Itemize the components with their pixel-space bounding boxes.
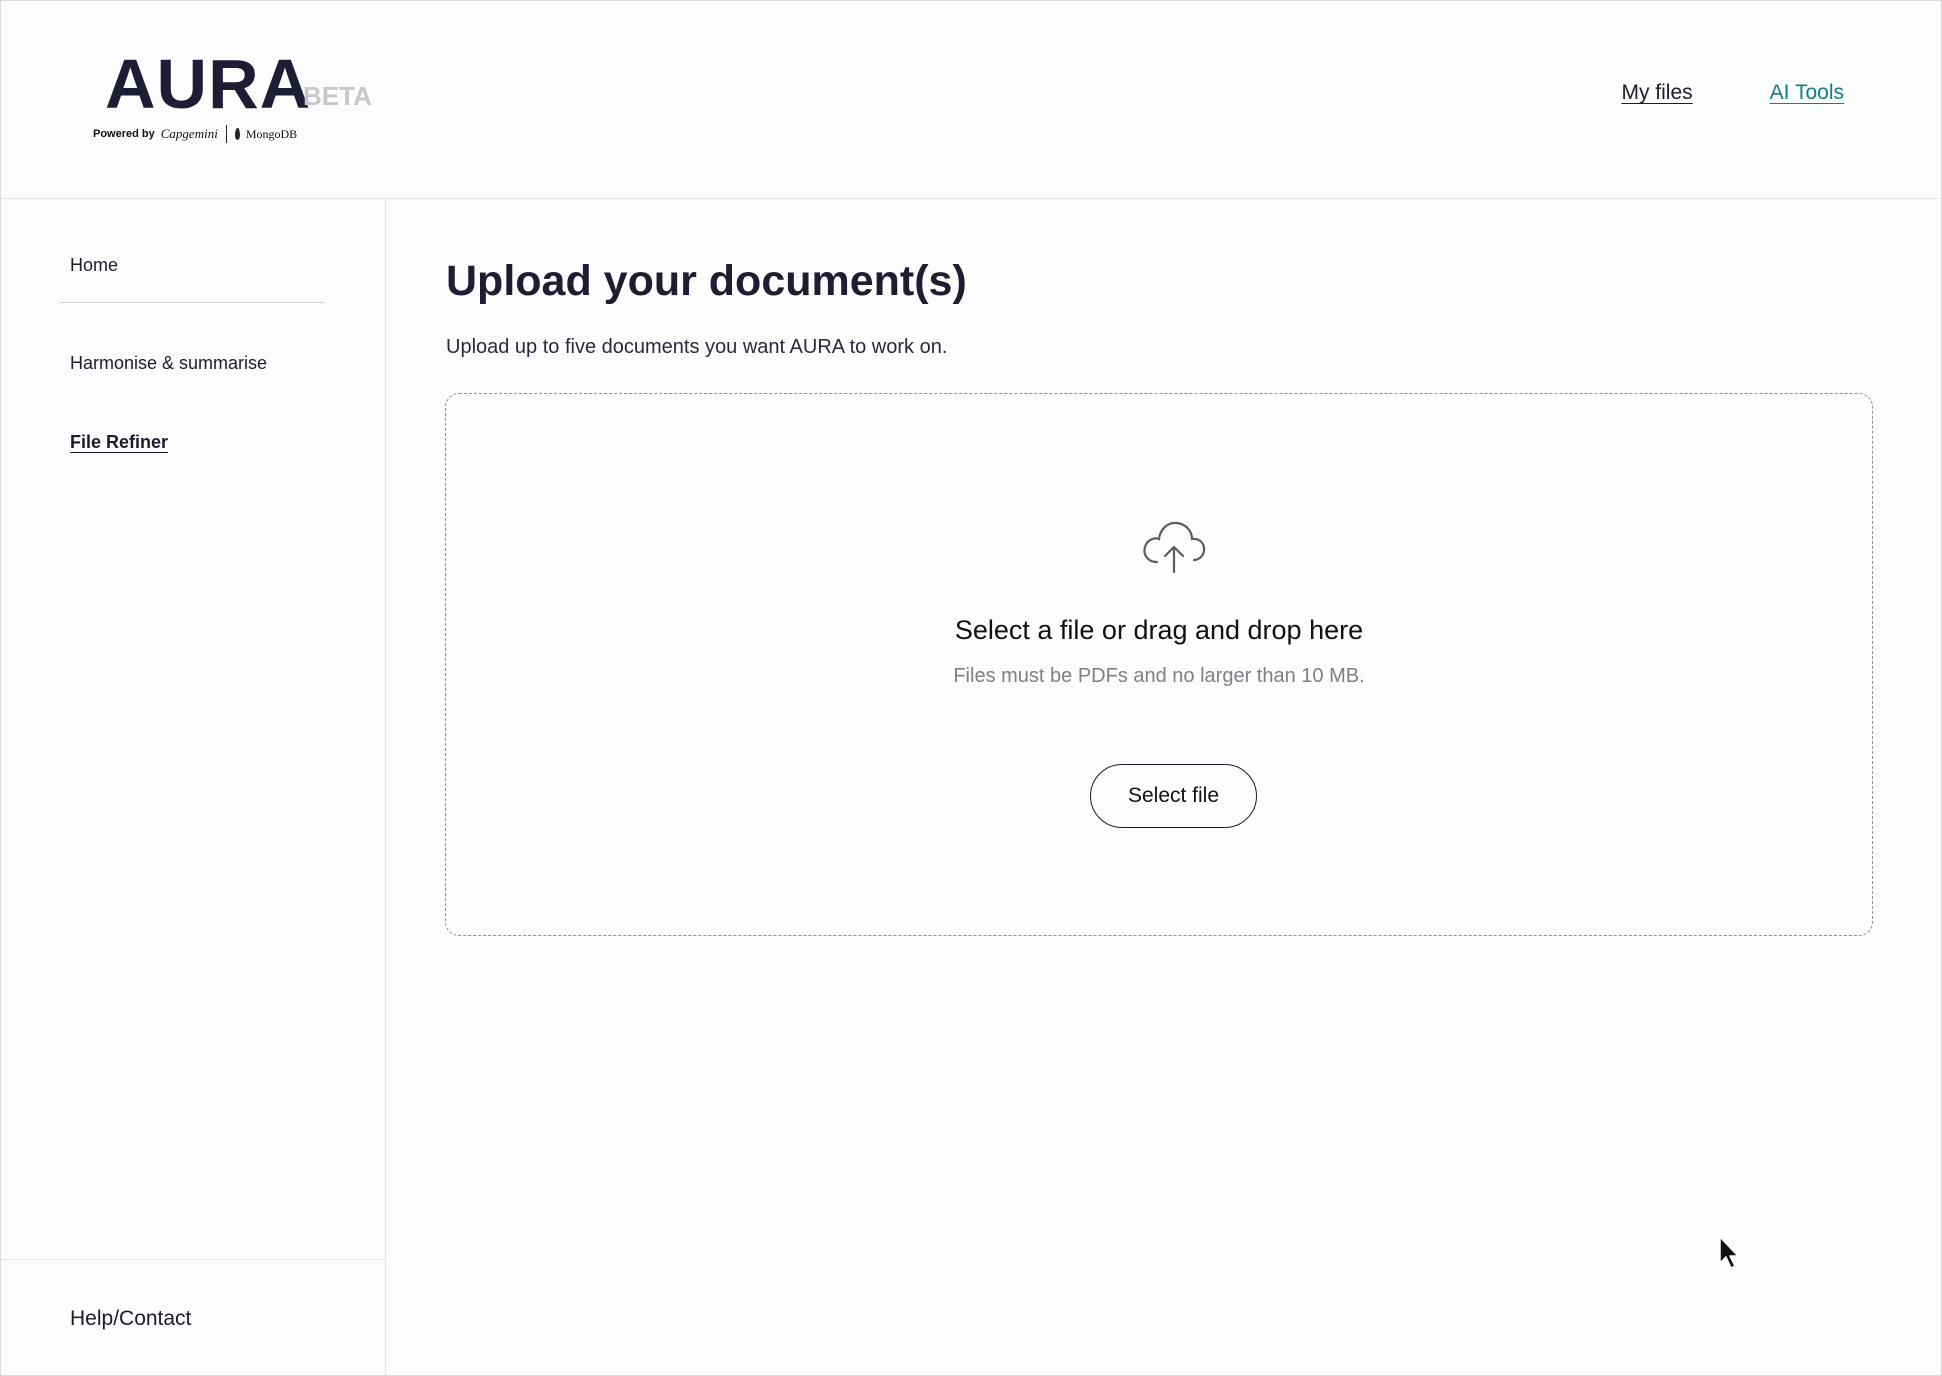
mongodb-leaf-icon bbox=[234, 128, 240, 140]
sidebar-footer-divider bbox=[1, 1259, 385, 1260]
logo-text: AURA bbox=[105, 45, 312, 123]
nav-ai-tools[interactable]: AI Tools bbox=[1770, 81, 1844, 105]
top-nav: My files AI Tools bbox=[1621, 81, 1844, 105]
cloud-upload-icon bbox=[1143, 521, 1206, 574]
mouse-pointer-icon bbox=[1719, 1236, 1739, 1269]
app-window: AURA BETA Powered by Capgemini MongoDB M… bbox=[0, 0, 1942, 1376]
dropzone-title: Select a file or drag and drop here bbox=[954, 615, 1364, 645]
page-subtitle: Upload up to five documents you want AUR… bbox=[446, 336, 948, 358]
aura-logo[interactable]: AURA BETA Powered by Capgemini MongoDB bbox=[93, 41, 393, 161]
partner-logo-capgemini: Capgemini bbox=[160, 126, 218, 141]
nav-my-files[interactable]: My files bbox=[1621, 81, 1692, 105]
powered-by-line: Powered by Capgemini MongoDB bbox=[93, 125, 297, 143]
partner-logo-mongodb: MongoDB bbox=[245, 126, 298, 141]
help-contact-link[interactable]: Help/Contact bbox=[70, 1307, 191, 1331]
sidebar-item-file-refiner[interactable]: File Refiner bbox=[70, 432, 168, 453]
sidebar-divider bbox=[60, 302, 325, 303]
powered-by-label: Powered by bbox=[93, 128, 155, 140]
select-file-button[interactable]: Select file bbox=[1090, 764, 1257, 828]
top-header: AURA BETA Powered by Capgemini MongoDB M… bbox=[1, 1, 1941, 199]
sidebar: Home Harmonise & summarise File Refiner … bbox=[1, 199, 386, 1375]
dropzone-file-requirements: Files must be PDFs and no larger than 10… bbox=[953, 665, 1365, 687]
beta-badge: BETA bbox=[303, 81, 372, 111]
partner-divider bbox=[225, 125, 227, 143]
sidebar-item-harmonise-summarise[interactable]: Harmonise & summarise bbox=[70, 353, 267, 374]
sidebar-item-home[interactable]: Home bbox=[70, 255, 118, 276]
page-title: Upload your document(s) bbox=[446, 257, 967, 305]
